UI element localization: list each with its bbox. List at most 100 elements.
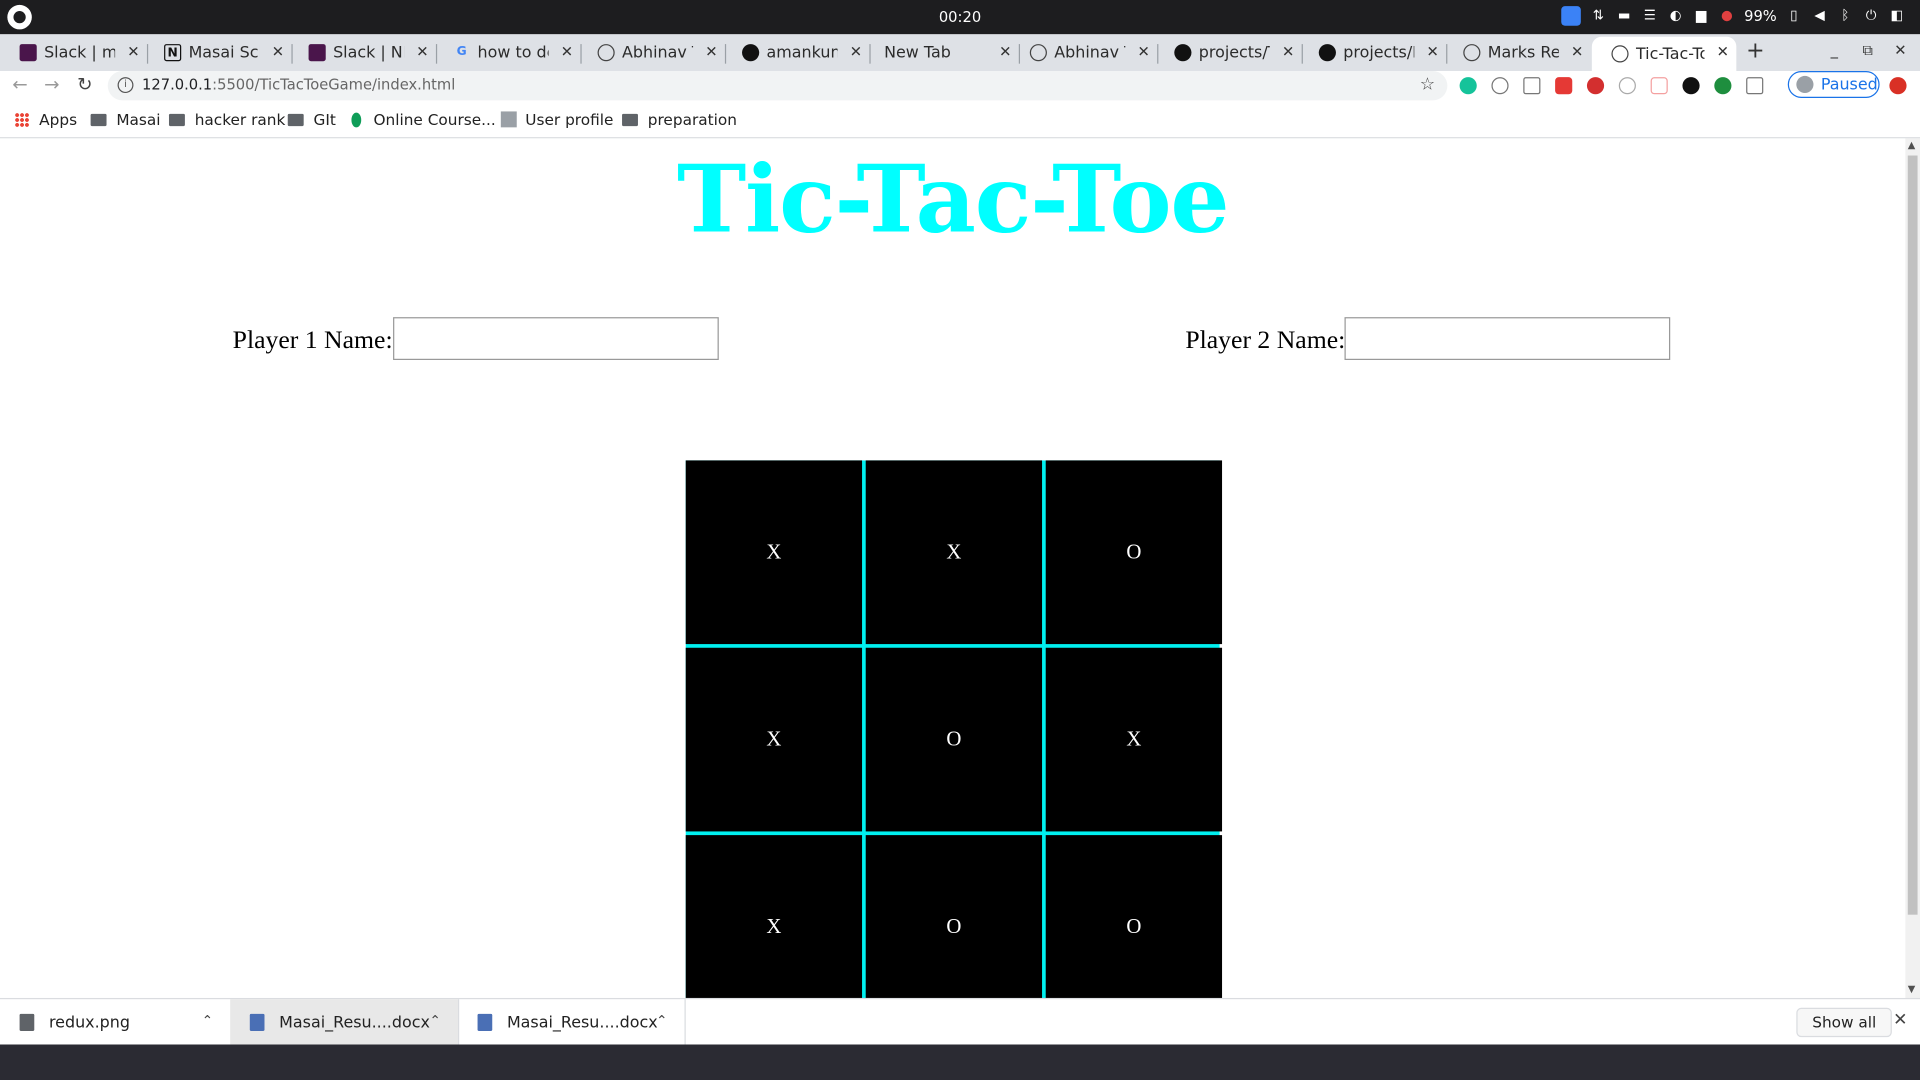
tab-abhinav-2[interactable]: Abhinav Th✕ (1010, 37, 1157, 69)
tab-slack-ment[interactable]: Slack | ment✕ (0, 37, 147, 69)
url-text[interactable]: 127.0.0.1:5500/TicTacToeGame/index.html (142, 76, 455, 93)
bluetooth-icon[interactable]: ᛒ (1837, 7, 1854, 24)
extension-icon[interactable] (1523, 77, 1541, 95)
board-cell-3[interactable]: O (1045, 460, 1223, 645)
system-tray[interactable]: ⇅ ▬ ☰ ◐ ▆ ● 99% ▯ ◀ ᛒ ⏻ ◧ (1561, 6, 1906, 26)
tab-tic-tac-toe[interactable]: Tic-Tac-Toe✕ (1591, 36, 1737, 72)
menu-lines-icon[interactable]: ☰ (1641, 7, 1658, 24)
bookmark-apps[interactable]: Apps (14, 110, 77, 129)
bookmark-git[interactable]: GIt (287, 110, 336, 129)
profile-icon (500, 111, 517, 128)
back-arrow-icon[interactable]: ← (12, 73, 27, 95)
extension-icon[interactable] (1491, 77, 1509, 95)
close-icon[interactable]: ✕ (1571, 43, 1583, 60)
shield-extension-icon[interactable] (1555, 77, 1573, 95)
bookmarks-bar: Apps Masai hacker rank GIt Online Course… (0, 105, 1920, 135)
keyboard-icon[interactable]: ▬ (1616, 7, 1633, 24)
show-all-downloads-button[interactable]: Show all (1796, 1007, 1893, 1038)
bookmark-star-icon[interactable]: ☆ (1420, 75, 1435, 95)
google-icon: G (456, 45, 467, 59)
bookmark-user-profile[interactable]: User profile (500, 110, 613, 129)
chevron-up-icon[interactable]: ⌃ (202, 1013, 213, 1029)
address-bar[interactable]: i 127.0.0.1:5500/TicTacToeGame/index.htm… (107, 71, 1448, 101)
night-light-icon[interactable]: ◐ (1667, 7, 1684, 24)
zoom-icon[interactable] (1561, 6, 1582, 26)
tab-how-to-deploy[interactable]: Ghow to dep✕ (433, 37, 580, 69)
minimize-window-button[interactable]: _ (1831, 42, 1838, 59)
download-item-resume-2[interactable]: Masai_Resu....docx ⌃ (458, 999, 685, 1046)
tab-projects-tic[interactable]: projects/Tic✕ (1155, 37, 1302, 69)
site-info-icon[interactable]: i (117, 77, 134, 94)
close-icon[interactable]: ✕ (272, 43, 284, 60)
tab-marks-record[interactable]: Marks Reco✕ (1444, 37, 1591, 69)
tab-new-tab[interactable]: New Tab ✕ (867, 37, 1019, 69)
bookmark-online-course[interactable]: Online Course... (351, 110, 496, 129)
chevron-up-icon[interactable]: ⌃ (656, 1013, 667, 1029)
notification-bell-icon[interactable]: ● (1718, 7, 1735, 24)
chevron-up-icon[interactable]: ⌃ (430, 1013, 441, 1029)
folder-icon[interactable]: ▆ (1693, 7, 1710, 24)
bookmark-preparation[interactable]: preparation (622, 110, 737, 129)
close-window-button[interactable]: ✕ (1894, 42, 1906, 59)
forward-arrow-icon[interactable]: → (44, 73, 59, 95)
board-cell-2[interactable]: X (865, 460, 1043, 645)
tab-slack-nm[interactable]: Slack | NM✕ (289, 37, 436, 69)
bookmark-hacker-rank[interactable]: hacker rank (168, 110, 285, 129)
scrollbar-thumb[interactable] (1907, 155, 1918, 915)
close-icon[interactable]: ✕ (1282, 43, 1294, 60)
grammarly-extension-icon[interactable] (1459, 77, 1477, 95)
notion-icon: N (164, 44, 182, 62)
board-cell-6[interactable]: X (1045, 647, 1223, 832)
close-icon[interactable]: ✕ (850, 43, 862, 60)
close-icon[interactable]: ✕ (705, 43, 717, 60)
image-file-icon (19, 1013, 35, 1032)
settings-toggle-icon[interactable]: ◧ (1888, 7, 1905, 24)
globe-icon (1029, 44, 1047, 62)
close-icon[interactable]: ✕ (561, 43, 573, 60)
extension-icon[interactable] (1714, 77, 1732, 95)
close-icon[interactable]: ✕ (1893, 1010, 1907, 1030)
tab-projects-m[interactable]: projects/M✕ (1299, 37, 1446, 69)
battery-percentage[interactable]: 99% (1744, 7, 1777, 24)
reload-icon[interactable]: ↻ (77, 73, 92, 95)
profile-paused-button[interactable]: Paused (1787, 71, 1880, 98)
tab-abhinav-1[interactable]: Abhinav Th✕ (578, 37, 725, 69)
bookmark-masai[interactable]: Masai (90, 110, 161, 129)
extension-icon[interactable] (1682, 77, 1700, 95)
power-icon[interactable]: ⏻ (1862, 7, 1879, 24)
player2-name-input[interactable] (1344, 317, 1671, 361)
tab-amankumar[interactable]: amankuma✕ (722, 37, 869, 69)
adblock-extension-icon[interactable] (1586, 77, 1605, 95)
tab-masai-school[interactable]: NMasai Scho✕ (144, 37, 291, 69)
browser-menu-icon[interactable] (1889, 77, 1907, 95)
close-icon[interactable]: ✕ (1717, 43, 1729, 60)
board-cell-8[interactable]: O (865, 835, 1043, 998)
volume-icon[interactable]: ◀ (1811, 7, 1828, 24)
player1-name-input[interactable] (393, 317, 719, 361)
close-icon[interactable]: ✕ (1137, 43, 1149, 60)
maximize-window-button[interactable]: ⧉ (1862, 42, 1873, 60)
board-cell-9[interactable]: O (1045, 835, 1223, 998)
download-item-redux[interactable]: redux.png ⌃ (0, 999, 230, 1046)
camera-extension-icon[interactable] (1746, 77, 1764, 95)
close-icon[interactable]: ✕ (416, 43, 428, 60)
slack-icon (19, 44, 37, 62)
leaf-icon (351, 112, 362, 127)
scroll-down-arrow-icon[interactable]: ▼ (1908, 983, 1916, 994)
download-item-resume-1[interactable]: Masai_Resu....docx ⌃ (230, 999, 458, 1046)
github-icon (1174, 44, 1192, 62)
new-tab-button[interactable]: + (1746, 38, 1764, 64)
page-scrollbar[interactable]: ▲ ▼ (1905, 138, 1920, 998)
board-cell-1[interactable]: X (685, 460, 863, 645)
network-icon[interactable]: ⇅ (1590, 7, 1607, 24)
board-cell-4[interactable]: X (685, 647, 863, 832)
word-file-icon (477, 1013, 493, 1032)
close-icon[interactable]: ✕ (1426, 43, 1438, 60)
close-icon[interactable]: ✕ (127, 43, 139, 60)
board-cell-5[interactable]: O (865, 647, 1043, 832)
extension-icon[interactable] (1650, 77, 1668, 95)
battery-icon[interactable]: ▯ (1785, 7, 1802, 24)
scroll-up-arrow-icon[interactable]: ▲ (1908, 140, 1916, 151)
extension-icon[interactable] (1618, 77, 1636, 95)
board-cell-7[interactable]: X (685, 835, 863, 998)
